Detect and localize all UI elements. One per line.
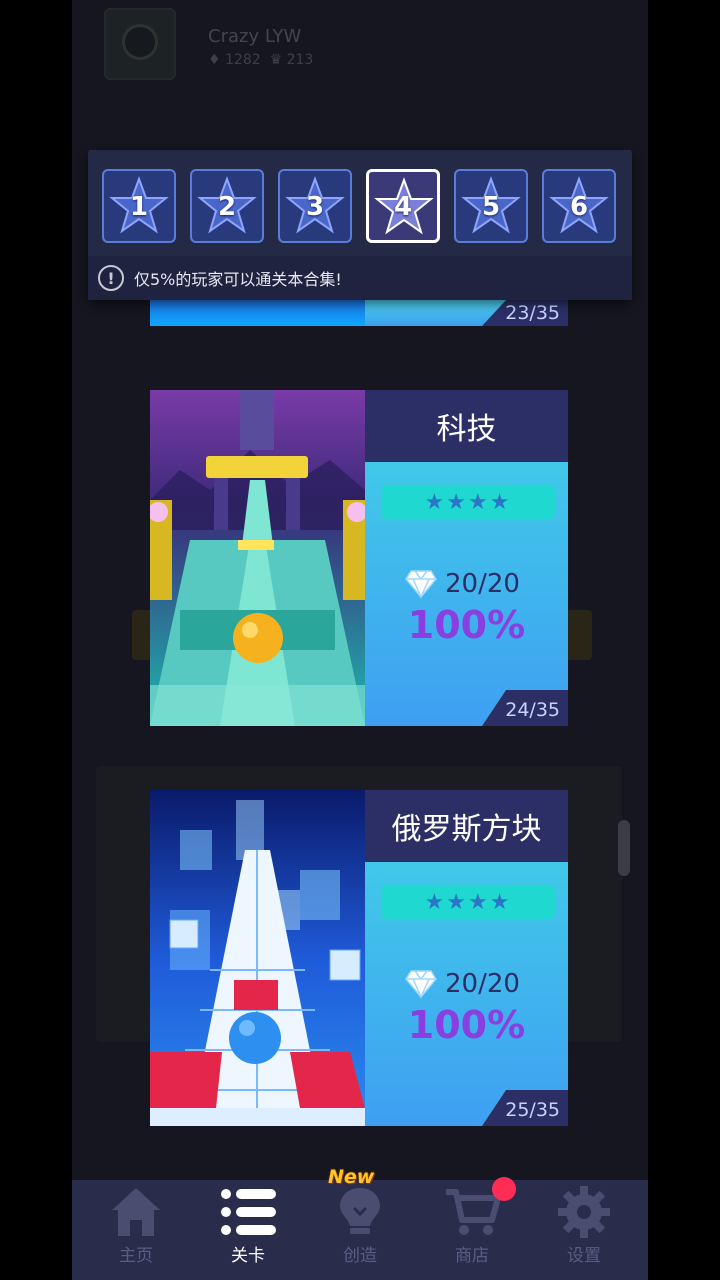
level-title: 科技 xyxy=(365,390,568,462)
collection-notice: ! 仅5%的玩家可以通关本合集! xyxy=(88,256,632,300)
gem-counter: 20/20 xyxy=(405,966,520,1002)
diamond-icon xyxy=(405,570,437,599)
home-icon xyxy=(112,1188,160,1236)
gem-icon: ♦ xyxy=(208,52,221,68)
gem-count: 1282 xyxy=(225,52,261,68)
tetris-level-artwork xyxy=(150,790,365,1126)
level-card-previous[interactable]: 23/35 xyxy=(150,300,568,326)
collection-tab-number: 3 xyxy=(305,192,325,222)
nav-item-create[interactable]: 创造 xyxy=(304,1180,416,1280)
tech-level-artwork xyxy=(150,390,365,726)
star-rating: ★★★★ xyxy=(381,485,555,519)
nav-label: 商店 xyxy=(455,1246,489,1266)
notice-text: 仅5%的玩家可以通关本合集! xyxy=(134,270,342,289)
bottom-nav: 主页 关卡 创造 商店 设置 xyxy=(72,1180,648,1280)
nav-label: 创造 xyxy=(343,1246,377,1266)
level-info: 俄罗斯方块 ★★★★ 20/20 100% 25/35 xyxy=(365,790,568,1126)
info-icon: ! xyxy=(98,265,124,291)
collection-tab-number: 1 xyxy=(129,192,149,222)
nav-label: 关卡 xyxy=(231,1246,265,1266)
avatar xyxy=(104,8,176,80)
nav-label: 设置 xyxy=(567,1246,601,1266)
level-thumbnail xyxy=(150,390,365,726)
crown-count: 213 xyxy=(286,52,314,68)
list-icon xyxy=(221,1189,276,1235)
notification-dot xyxy=(492,1177,516,1201)
completion-percent: 100% xyxy=(407,1003,526,1047)
profile-header: Crazy LYW ♦ 1282 ♛ 213 xyxy=(104,8,404,80)
collection-tab-5[interactable]: 5 xyxy=(454,169,528,243)
app-screen: Crazy LYW ♦ 1282 ♛ 213 23/35 1 2 3 4 5 6… xyxy=(72,0,648,1280)
profile-name: Crazy LYW xyxy=(208,26,302,47)
star-rating: ★★★★ xyxy=(381,885,555,919)
level-progress: 23/35 xyxy=(505,302,560,324)
level-thumbnail xyxy=(150,790,365,1126)
nav-item-settings[interactable]: 设置 xyxy=(528,1180,640,1280)
gem-count: 20/20 xyxy=(445,569,520,599)
collection-tab-number: 4 xyxy=(393,192,413,222)
crown-icon: ♛ xyxy=(269,52,283,68)
collection-selector: 1 2 3 4 5 6 ! 仅5%的玩家可以通关本合集! xyxy=(88,150,632,300)
collection-tab-number: 5 xyxy=(481,192,501,222)
level-progress: 24/35 xyxy=(505,699,560,721)
nav-item-home[interactable]: 主页 xyxy=(80,1180,192,1280)
gem-counter: 20/20 xyxy=(405,566,520,602)
level-progress: 25/35 xyxy=(505,1099,560,1121)
collection-tabs: 1 2 3 4 5 6 xyxy=(102,169,618,243)
collection-tab-4[interactable]: 4 xyxy=(366,169,440,243)
nav-label: 主页 xyxy=(119,1246,153,1266)
profile-stats: ♦ 1282 ♛ 213 xyxy=(208,52,313,68)
collection-tab-number: 6 xyxy=(569,192,589,222)
level-info: 科技 ★★★★ 20/20 100% 24/35 xyxy=(365,390,568,726)
new-badge: New xyxy=(328,1166,375,1188)
collection-tab-2[interactable]: 2 xyxy=(190,169,264,243)
scrollbar[interactable] xyxy=(618,820,630,876)
level-card-tech[interactable]: 科技 ★★★★ 20/20 100% 24/35 xyxy=(150,390,568,726)
level-card-tetris[interactable]: 俄罗斯方块 ★★★★ 20/20 100% 25/35 xyxy=(150,790,568,1126)
completion-percent: 100% xyxy=(407,603,526,647)
collection-tab-number: 2 xyxy=(217,192,237,222)
level-thumbnail xyxy=(150,300,365,326)
collection-tab-6[interactable]: 6 xyxy=(542,169,616,243)
collection-tab-3[interactable]: 3 xyxy=(278,169,352,243)
lightbulb-icon xyxy=(340,1188,380,1234)
collection-tab-1[interactable]: 1 xyxy=(102,169,176,243)
nav-item-levels[interactable]: 关卡 xyxy=(192,1180,304,1280)
gem-count: 20/20 xyxy=(445,969,520,999)
diamond-icon xyxy=(405,970,437,999)
gear-icon xyxy=(558,1186,610,1238)
level-title: 俄罗斯方块 xyxy=(365,790,568,862)
